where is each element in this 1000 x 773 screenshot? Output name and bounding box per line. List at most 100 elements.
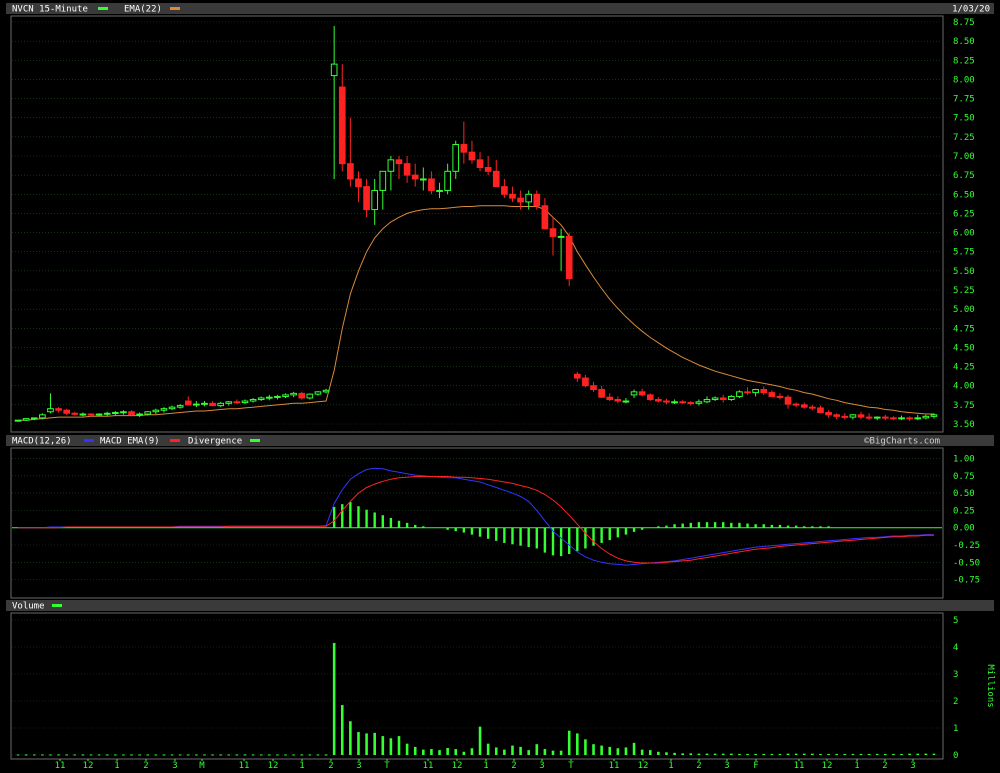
candle-body — [800, 404, 808, 408]
price-y-tick-label: 5.75 — [953, 248, 975, 258]
x-tick-label: 2 — [696, 761, 701, 771]
candle-body — [128, 411, 135, 416]
candle-body — [87, 413, 95, 416]
volume-bar — [219, 754, 222, 756]
candle-body — [338, 86, 346, 165]
price-y-tick-label: 8.50 — [953, 37, 975, 47]
price-y-tick-label: 4.50 — [953, 343, 975, 353]
macd-y-tick-label: 1.00 — [953, 454, 975, 464]
volume-bar — [162, 754, 166, 756]
x-tick-label: 12 — [268, 761, 279, 771]
volume-bar — [665, 752, 668, 755]
divergence-bar — [811, 526, 814, 528]
x-tick-label: 3 — [910, 761, 915, 771]
volume-bar — [430, 749, 433, 755]
divergence-bar — [535, 527, 538, 549]
candle-body — [290, 392, 297, 396]
candle-body — [419, 178, 427, 181]
candle-body — [573, 373, 581, 379]
candle-body — [890, 417, 897, 420]
divergence-bar — [527, 527, 530, 548]
divergence-bar — [616, 527, 620, 538]
candle-body — [582, 377, 589, 387]
volume-bar — [81, 754, 85, 756]
divergence-bar — [665, 525, 668, 528]
x-tick-label: T — [568, 761, 574, 771]
volume-bar — [892, 753, 895, 755]
volume-bar — [543, 749, 547, 755]
macd-ema-legend-label: MACD EMA(9) — [100, 437, 160, 447]
candle-body — [71, 412, 79, 415]
volume-bar — [811, 753, 814, 755]
candle-body — [274, 395, 281, 398]
candle-body — [541, 205, 549, 230]
candle-body — [590, 385, 597, 391]
volume-bar — [357, 732, 360, 755]
volume-bar — [559, 750, 563, 755]
volume-bar — [308, 754, 312, 756]
x-tick-label: F — [753, 761, 758, 771]
candle-body — [606, 396, 614, 400]
macd-y-tick-label: -0.75 — [953, 576, 980, 586]
divergence-bar — [349, 502, 352, 528]
divergence-bar — [762, 524, 765, 528]
x-tick-label: 3 — [172, 761, 177, 771]
volume-bar — [259, 754, 263, 756]
volume-bar — [268, 754, 271, 756]
volume-bar — [835, 753, 838, 755]
price-legend-swatch — [98, 7, 108, 10]
candle-body — [744, 391, 751, 394]
divergence-bar — [657, 526, 660, 528]
candle-body — [760, 389, 768, 394]
candle-body — [193, 403, 200, 406]
volume-bar — [243, 754, 247, 756]
candle-body — [817, 407, 824, 414]
divergence-bar — [778, 524, 782, 528]
candle-body — [873, 416, 881, 419]
candle-body — [95, 413, 103, 416]
volume-bar — [324, 754, 328, 756]
divergence-bar — [470, 527, 474, 535]
divergence-legend-swatch — [250, 439, 260, 442]
volume-legend-label: Volume — [12, 602, 45, 612]
x-tick-label: 2 — [143, 761, 148, 771]
volume-bar — [567, 730, 571, 755]
x-tick-label: T — [384, 761, 390, 771]
divergence-bar — [486, 527, 490, 539]
candle-body — [460, 144, 468, 153]
x-tick-label: 1 — [668, 761, 673, 771]
volume-bar — [689, 753, 693, 755]
price-y-tick-label: 6.00 — [953, 229, 975, 239]
volume-bar — [16, 754, 20, 756]
macd-legend-label: MACD(12,26) — [12, 437, 72, 447]
candle-body — [719, 397, 727, 400]
x-tick-label: 12 — [83, 761, 94, 771]
macd-y-tick-label: 0.75 — [953, 472, 975, 482]
x-tick-label: 2 — [511, 761, 516, 771]
volume-bar — [616, 748, 620, 755]
volume-bar — [843, 753, 847, 755]
volume-units-label: Millions — [985, 664, 995, 707]
divergence-bar — [405, 522, 409, 528]
background — [0, 0, 1000, 773]
volume-bar — [713, 753, 717, 755]
volume-bar — [851, 753, 855, 755]
macd-y-tick-label: -0.25 — [953, 541, 980, 551]
volume-bar — [511, 745, 514, 755]
macd-ema-legend-swatch — [170, 439, 180, 442]
divergence-bar — [624, 527, 628, 535]
x-tick-label: M — [199, 761, 205, 771]
volume-bar — [875, 753, 879, 755]
divergence-bar — [568, 527, 571, 554]
volume-bar — [373, 732, 376, 755]
volume-bar — [932, 753, 936, 755]
volume-bar — [211, 754, 214, 756]
divergence-bar — [332, 506, 336, 528]
candle-body — [233, 401, 241, 404]
volume-bar — [381, 736, 385, 755]
price-y-tick-label: 4.25 — [953, 363, 975, 373]
candle-body — [914, 417, 922, 420]
volume-bar — [130, 754, 133, 756]
volume-bar — [89, 754, 93, 756]
volume-bar — [413, 746, 417, 755]
